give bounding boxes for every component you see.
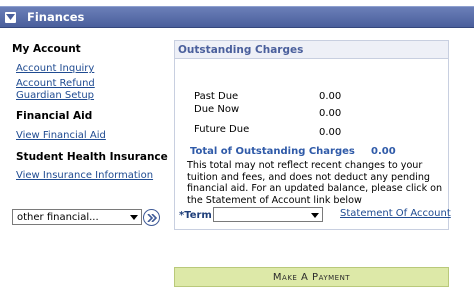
view-financial-aid-link[interactable]: View Financial Aid [16,130,106,141]
account-refund-link[interactable]: Account Refund [16,78,95,89]
future-due-value: 0.00 [319,127,342,138]
financial-aid-title: Financial Aid [16,110,93,122]
balance-note: This total may not reflect recent change… [187,160,443,206]
double-chevron-right-icon [147,214,157,222]
total-charges-value: 0.00 [371,146,396,157]
panel-header: Outstanding Charges [175,41,448,59]
collapse-chevron-icon[interactable] [5,12,16,23]
past-due-label: Past Due [194,91,239,102]
view-insurance-link[interactable]: View Insurance Information [16,170,153,181]
term-label: *Term [179,210,212,221]
header-title: Finances [27,10,85,24]
dropdown-arrow-icon [130,213,138,224]
other-financial-select-value: other financial... [17,212,99,223]
term-select[interactable] [213,207,323,222]
dropdown-arrow-icon [311,211,319,222]
statement-of-account-link[interactable]: Statement Of Account [340,208,451,219]
go-double-arrow-button[interactable] [143,209,160,226]
finances-header[interactable]: Finances [0,6,474,28]
due-now-label: Due Now [194,104,240,115]
total-charges-label: Total of Outstanding Charges [190,146,355,157]
due-now-value: 0.00 [319,108,342,119]
make-payment-button[interactable]: Make A Payment [174,267,449,287]
account-inquiry-link[interactable]: Account Inquiry [16,63,94,74]
make-payment-label: Make A Payment [272,272,351,283]
guardian-setup-link[interactable]: Guardian Setup [16,90,94,101]
past-due-value: 0.00 [319,91,342,102]
my-account-title: My Account [12,43,81,55]
outstanding-charges-panel: Outstanding Charges Past Due 0.00 Due No… [174,40,451,230]
student-health-title: Student Health Insurance [16,151,168,163]
other-financial-select[interactable]: other financial... [12,209,142,225]
future-due-label: Future Due [194,124,250,135]
panel-title: Outstanding Charges [178,44,304,56]
